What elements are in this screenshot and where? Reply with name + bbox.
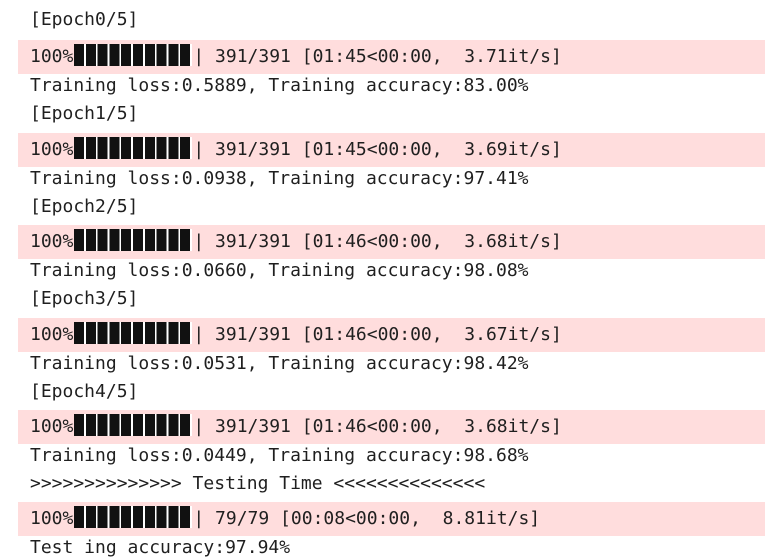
epoch-header-2: [Epoch2/5] xyxy=(30,196,139,217)
epoch-result-1: Training loss:0.0938, Training accuracy:… xyxy=(30,168,529,189)
progress-bar xyxy=(74,229,193,251)
progress-stats: | 391/391 [01:45<00:00, 3.71it/s] xyxy=(193,46,562,67)
progress-bar xyxy=(74,322,193,344)
epoch-result-4: Training loss:0.0449, Training accuracy:… xyxy=(30,445,529,466)
progress-percent: 100% xyxy=(30,231,74,252)
progress-stats: | 391/391 [01:46<00:00, 3.67it/s] xyxy=(193,324,562,345)
progress-percent: 100% xyxy=(30,508,74,529)
progress-bar xyxy=(74,414,193,436)
progress-line-epoch-1: 100% | 391/391 [01:45<00:00, 3.69it/s] xyxy=(18,133,765,167)
cell-output-area: [Epoch0/5] 100% | 391/391 [01:45<00:00, 3… xyxy=(0,0,765,560)
progress-line-test: 100% | 79/79 [00:08<00:00, 8.81it/s] xyxy=(18,502,765,536)
epoch-result-2: Training loss:0.0660, Training accuracy:… xyxy=(30,260,529,281)
progress-bar xyxy=(74,44,193,66)
progress-stats: | 391/391 [01:46<00:00, 3.68it/s] xyxy=(193,416,562,437)
progress-bar xyxy=(74,506,193,528)
progress-percent: 100% xyxy=(30,139,74,160)
testing-banner: >>>>>>>>>>>>>> Testing Time <<<<<<<<<<<<… xyxy=(30,473,486,494)
epoch-header-3: [Epoch3/5] xyxy=(30,288,139,309)
epoch-result-3: Training loss:0.0531, Training accuracy:… xyxy=(30,353,529,374)
progress-bar xyxy=(74,137,193,159)
progress-line-epoch-4: 100% | 391/391 [01:46<00:00, 3.68it/s] xyxy=(18,410,765,444)
epoch-header-0: [Epoch0/5] xyxy=(30,9,139,30)
progress-percent: 100% xyxy=(30,324,74,345)
epoch-result-0: Training loss:0.5889, Training accuracy:… xyxy=(30,75,529,96)
progress-stats: | 391/391 [01:46<00:00, 3.68it/s] xyxy=(193,231,562,252)
progress-line-epoch-3: 100% | 391/391 [01:46<00:00, 3.67it/s] xyxy=(18,318,765,352)
progress-line-epoch-0: 100% | 391/391 [01:45<00:00, 3.71it/s] xyxy=(18,40,765,74)
progress-percent: 100% xyxy=(30,416,74,437)
test-result: Test ing accuracy:97.94% xyxy=(30,537,291,558)
progress-stats: | 79/79 [00:08<00:00, 8.81it/s] xyxy=(193,508,541,529)
epoch-header-1: [Epoch1/5] xyxy=(30,103,139,124)
progress-stats: | 391/391 [01:45<00:00, 3.69it/s] xyxy=(193,139,562,160)
epoch-header-4: [Epoch4/5] xyxy=(30,381,139,402)
progress-percent: 100% xyxy=(30,46,74,67)
progress-line-epoch-2: 100% | 391/391 [01:46<00:00, 3.68it/s] xyxy=(18,225,765,259)
